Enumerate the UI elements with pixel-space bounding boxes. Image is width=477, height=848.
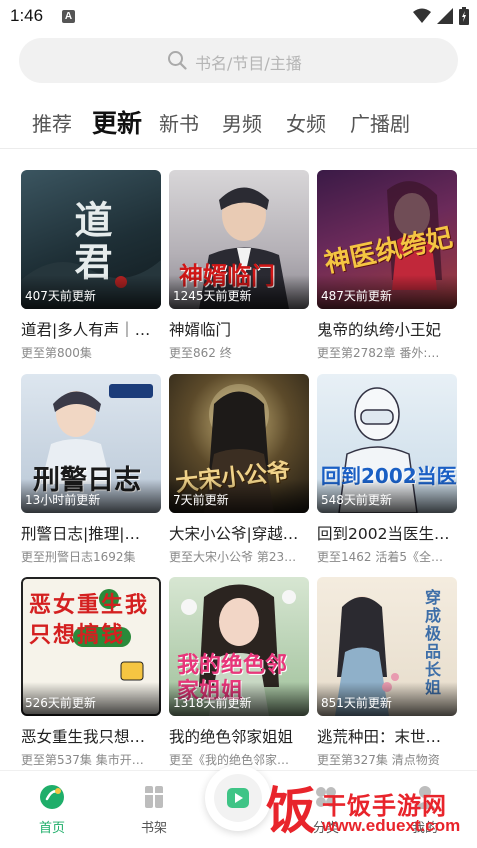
status-icons	[413, 7, 469, 25]
tab-female[interactable]: 女频	[286, 108, 326, 137]
notification-icon: A	[62, 10, 75, 23]
book-card[interactable]: 神医纨绔妃 487天前更新 鬼帝的纨绔小王妃 更至第2782章 番外:…	[317, 170, 457, 361]
book-cover[interactable]: 穿成极品长姐 851天前更新	[317, 577, 457, 716]
cover-title: 恶女重生我只想搞钱	[29, 593, 150, 648]
book-subtitle: 更至第327集 清点物资	[317, 753, 440, 767]
nav-home[interactable]: 首页	[22, 783, 82, 836]
book-card[interactable]: 道君 407天前更新 道君|多人有声｜… 更至第800集	[21, 170, 161, 361]
tab-new-books[interactable]: 新书	[159, 108, 199, 137]
tabs-divider	[0, 148, 477, 149]
battery-icon	[459, 7, 469, 25]
book-title: 回到2002当医生…	[317, 525, 450, 543]
book-title: 我的绝色邻家姐姐	[169, 728, 294, 746]
cover-updated-badge: 1245天前更新	[173, 289, 252, 303]
cover-updated-badge: 851天前更新	[321, 696, 392, 710]
bookshelf-icon	[145, 786, 163, 808]
player-icon	[227, 788, 249, 808]
cover-updated-badge: 487天前更新	[321, 289, 392, 303]
book-subtitle: 更至刑警日志1692集	[21, 550, 136, 564]
book-card[interactable]: 穿成极品长姐 851天前更新 逃荒种田：末世… 更至第327集 清点物资	[317, 577, 457, 768]
book-card[interactable]: 大宋小公爷 7天前更新 大宋小公爷|穿越… 更至大宋小公爷 第23…	[169, 374, 309, 565]
cover-title: 道君	[68, 200, 113, 284]
search-icon	[168, 51, 187, 70]
home-icon	[40, 785, 64, 809]
book-subtitle: 更至第800集	[21, 346, 92, 360]
book-card[interactable]: 刑警日志 13小时前更新 刑警日志|推理|… 更至刑警日志1692集	[21, 374, 161, 565]
book-subtitle: 更至大宋小公爷 第23…	[169, 550, 297, 564]
wifi-icon	[413, 8, 431, 23]
watermark: 饭 干饭手游网 www.eduext.com	[262, 782, 472, 842]
book-subtitle: 更至1462 活着5《全…	[317, 550, 443, 564]
book-card[interactable]: 恶女重生我只想搞钱 526天前更新 恶女重生我只想… 更至第537集 集市开…	[21, 577, 161, 768]
status-bar: 1:46 A	[0, 0, 477, 34]
category-tabs: 推荐 更新 新书 男频 女频 广播剧	[0, 100, 477, 144]
book-cover[interactable]: 道君 407天前更新	[21, 170, 161, 309]
book-title: 恶女重生我只想…	[21, 728, 146, 746]
book-card[interactable]: 我的绝色邻家姐姐 1318天前更新 我的绝色邻家姐姐 更至《我的绝色邻家…	[169, 577, 309, 768]
search-placeholder: 书名/节目/主播	[195, 54, 302, 73]
book-card[interactable]: 神婿临门 1245天前更新 神婿临门 更至862 终	[169, 170, 309, 361]
status-time: 1:46	[10, 6, 44, 25]
cover-updated-badge: 7天前更新	[173, 493, 229, 507]
cover-updated-badge: 13小时前更新	[25, 493, 101, 507]
book-cover[interactable]: 神医纨绔妃 487天前更新	[317, 170, 457, 309]
nav-shelf-label: 书架	[140, 821, 167, 836]
nav-shelf[interactable]: 书架	[124, 783, 184, 836]
cover-title: 穿成极品长姐	[422, 589, 441, 697]
tab-radio-drama[interactable]: 广播剧	[350, 108, 410, 137]
book-cover[interactable]: 刑警日志 13小时前更新	[21, 374, 161, 513]
cover-updated-badge: 1318天前更新	[173, 696, 252, 710]
tab-recommend[interactable]: 推荐	[32, 108, 72, 137]
cover-updated-badge: 526天前更新	[25, 696, 96, 710]
signal-icon	[437, 8, 453, 24]
cover-updated-badge: 407天前更新	[25, 289, 96, 303]
cover-updated-badge: 548天前更新	[321, 493, 392, 507]
book-title: 刑警日志|推理|…	[21, 525, 140, 543]
book-subtitle: 更至第537集 集市开…	[21, 753, 144, 767]
nav-home-label: 首页	[38, 821, 65, 836]
book-title: 逃荒种田：末世…	[317, 728, 442, 746]
book-cover[interactable]: 回到2002当医生 548天前更新	[317, 374, 457, 513]
book-cover[interactable]: 神婿临门 1245天前更新	[169, 170, 309, 309]
book-cover[interactable]: 大宋小公爷 7天前更新	[169, 374, 309, 513]
search-input[interactable]: 书名/节目/主播	[19, 38, 458, 83]
book-title: 大宋小公爷|穿越…	[169, 525, 299, 543]
book-cover[interactable]: 恶女重生我只想搞钱 526天前更新	[21, 577, 161, 716]
book-cover[interactable]: 我的绝色邻家姐姐 1318天前更新	[169, 577, 309, 716]
book-title: 鬼帝的纨绔小王妃	[317, 321, 442, 339]
book-subtitle: 更至第2782章 番外:…	[317, 346, 440, 360]
book-title: 道君|多人有声｜…	[21, 321, 151, 339]
tab-updated[interactable]: 更新	[92, 104, 142, 140]
watermark-url: www.eduext.com	[322, 816, 461, 835]
book-card[interactable]: 回到2002当医生 548天前更新 回到2002当医生… 更至1462 活着5《…	[317, 374, 457, 565]
watermark-logo: 饭	[266, 781, 316, 840]
tab-male[interactable]: 男频	[222, 108, 262, 137]
book-title: 神婿临门	[169, 321, 232, 339]
book-subtitle: 更至862 终	[169, 346, 232, 360]
